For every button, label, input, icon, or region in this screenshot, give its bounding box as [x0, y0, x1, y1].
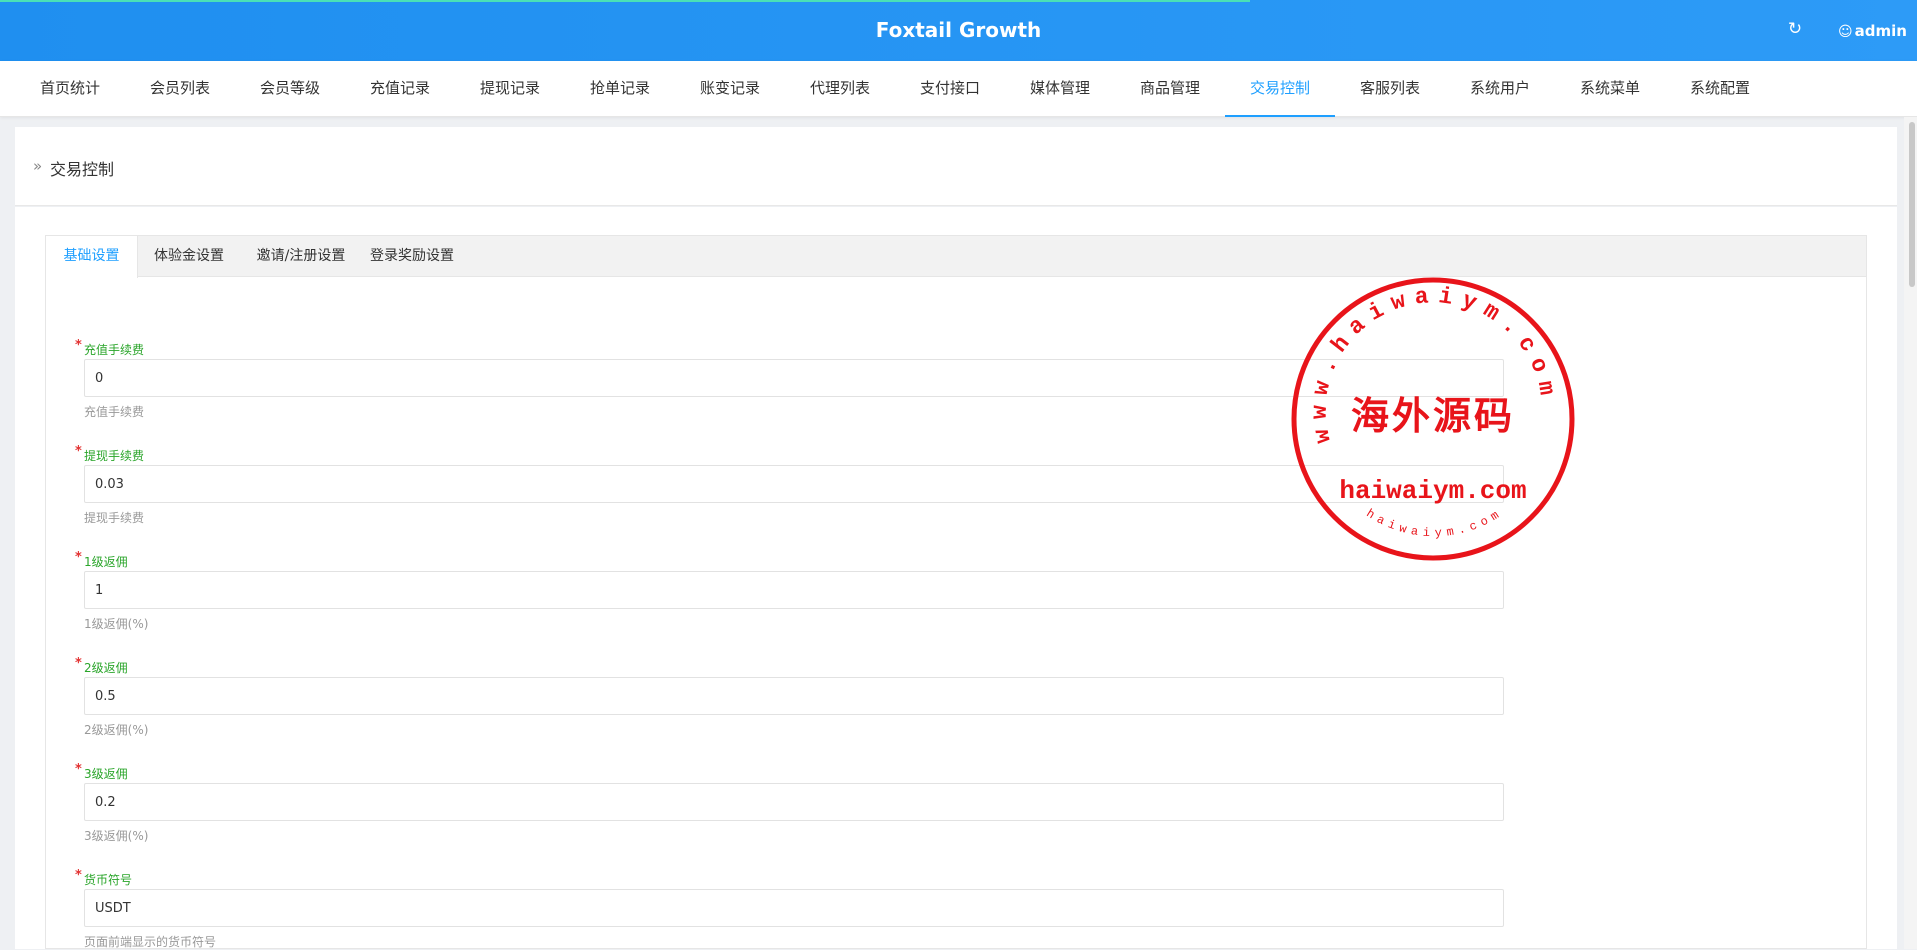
page-title: 交易控制	[50, 160, 115, 179]
required-mark: *	[75, 762, 82, 777]
nav-item-15[interactable]: 系统配置	[1665, 61, 1775, 117]
form-field-currency-symbol: *货币符号 页面前端显示的货币符号	[75, 868, 1524, 949]
nav-item-8[interactable]: 支付接口	[895, 61, 1005, 117]
main-nav: 首页统计 会员列表 会员等级 充值记录 提现记录 抢单记录 账变记录 代理列表 支付接口 媒体管理…	[0, 61, 1917, 117]
required-mark: *	[75, 868, 82, 883]
nav-item-6[interactable]: 账变记录	[675, 61, 785, 117]
field-label: 提现手续费	[84, 449, 145, 463]
form-field-level3-commission: *3级返佣 3级返佣(%)	[75, 762, 1524, 843]
field-hint: 1级返佣(%)	[84, 617, 149, 631]
loading-progress-line	[0, 0, 1250, 2]
nav-item-2[interactable]: 会员等级	[235, 61, 345, 117]
form-field-level2-commission: *2级返佣 2级返佣(%)	[75, 656, 1524, 737]
field-label: 2级返佣	[84, 661, 128, 675]
user-menu[interactable]: ☺ admin	[1838, 22, 1907, 40]
field-hint: 充值手续费	[84, 405, 145, 419]
page-scrollbar-thumb[interactable]	[1909, 122, 1915, 287]
nav-item-3[interactable]: 充值记录	[345, 61, 455, 117]
field-label: 1级返佣	[84, 555, 128, 569]
form-field-withdraw-fee: *提现手续费 提现手续费	[75, 444, 1524, 525]
nav-item-0[interactable]: 首页统计	[15, 61, 125, 117]
level3-commission-input[interactable]	[84, 783, 1504, 821]
required-mark: *	[75, 656, 82, 671]
tab-invite-register-settings[interactable]: 邀请/注册设置	[240, 236, 362, 277]
nav-item-7[interactable]: 代理列表	[785, 61, 895, 117]
required-mark: *	[75, 550, 82, 565]
level2-commission-input[interactable]	[84, 677, 1504, 715]
tab-basic-settings[interactable]: 基础设置	[46, 236, 138, 278]
currency-symbol-input[interactable]	[84, 889, 1504, 927]
tab-login-reward-settings[interactable]: 登录奖励设置	[362, 236, 462, 277]
double-chevron-right-icon: »	[33, 157, 43, 175]
nav-item-1[interactable]: 会员列表	[125, 61, 235, 117]
user-icon: ☺	[1838, 24, 1853, 40]
settings-tabs: 基础设置 体验金设置 邀请/注册设置 登录奖励设置 *充值手续费 充值手续费 *…	[45, 235, 1867, 949]
field-label: 3级返佣	[84, 767, 128, 781]
nav-item-10[interactable]: 商品管理	[1115, 61, 1225, 117]
field-label: 充值手续费	[84, 343, 145, 357]
field-label: 货币符号	[84, 873, 133, 887]
nav-item-12[interactable]: 客服列表	[1335, 61, 1445, 117]
required-mark: *	[75, 444, 82, 459]
form-field-level1-commission: *1级返佣 1级返佣(%)	[75, 550, 1524, 631]
nav-item-9[interactable]: 媒体管理	[1005, 61, 1115, 117]
recharge-fee-input[interactable]	[84, 359, 1504, 397]
content-card: 基础设置 体验金设置 邀请/注册设置 登录奖励设置 *充值手续费 充值手续费 *…	[15, 207, 1897, 949]
breadcrumb: » 交易控制	[15, 127, 1897, 206]
tabs-header: 基础设置 体验金设置 邀请/注册设置 登录奖励设置	[46, 236, 1866, 278]
withdraw-fee-input[interactable]	[84, 465, 1504, 503]
user-name: admin	[1854, 22, 1907, 40]
nav-item-5[interactable]: 抢单记录	[565, 61, 675, 117]
required-mark: *	[75, 338, 82, 353]
nav-item-11[interactable]: 交易控制	[1225, 61, 1335, 117]
form-field-recharge-fee: *充值手续费 充值手续费	[75, 338, 1524, 419]
tab-trial-fund-settings[interactable]: 体验金设置	[138, 236, 240, 277]
field-hint: 页面前端显示的货币符号	[84, 935, 217, 949]
level1-commission-input[interactable]	[84, 571, 1504, 609]
app-title: Foxtail Growth	[875, 18, 1042, 42]
field-hint: 2级返佣(%)	[84, 723, 149, 737]
field-hint: 3级返佣(%)	[84, 829, 149, 843]
nav-item-4[interactable]: 提现记录	[455, 61, 565, 117]
top-header: Foxtail Growth ↻ ☺ admin	[0, 0, 1917, 61]
nav-item-13[interactable]: 系统用户	[1445, 61, 1555, 117]
field-hint: 提现手续费	[84, 511, 145, 525]
nav-item-14[interactable]: 系统菜单	[1555, 61, 1665, 117]
refresh-icon[interactable]: ↻	[1786, 20, 1804, 38]
